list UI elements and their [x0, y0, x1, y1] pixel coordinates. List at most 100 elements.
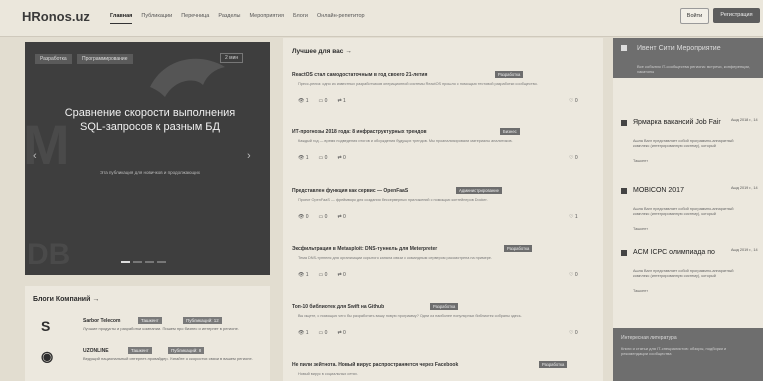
- company-logo-icon: S: [41, 318, 51, 334]
- reposts-count[interactable]: ⇄ 1: [337, 98, 345, 104]
- hero-title[interactable]: Сравнение скорости выполнения SQL-запрос…: [55, 106, 245, 134]
- top-navigation-bar: HRonos.uz Главная Публикации Перечница Р…: [0, 0, 763, 37]
- nav-item-events[interactable]: Мероприятия: [250, 13, 284, 24]
- event-date: Ашд 2019 г., 14: [731, 186, 758, 190]
- company-description: Ведущий национальный интернет-провайдер.…: [83, 356, 253, 361]
- chevron-right-icon[interactable]: ›: [247, 150, 251, 162]
- company-blogs-title[interactable]: Блоги Компаний →: [33, 296, 99, 303]
- nav-item-publications[interactable]: Публикации: [141, 13, 172, 24]
- likes-count[interactable]: ♡ 0: [569, 272, 578, 278]
- comments-count[interactable]: ▭ 0: [319, 330, 328, 336]
- nav-item-blogs[interactable]: Блоги: [293, 13, 308, 24]
- register-button[interactable]: Регистрация: [713, 8, 760, 23]
- feed-title[interactable]: Лучшее для вас →: [292, 48, 352, 55]
- event-name[interactable]: ACM ICPC олимпиада по: [633, 248, 715, 257]
- post-title[interactable]: Эксфильтрация в Metasploit: DNS-туннель …: [292, 246, 437, 252]
- literature-panel[interactable]: Интересная литература Книги и статьи для…: [613, 328, 763, 381]
- reposts-count[interactable]: ⇄ 0: [337, 272, 345, 278]
- event-description: Ашла Вагл представляет собой программно-…: [633, 269, 734, 278]
- literature-desc: Книги и статьи для IT-специалистов: обзо…: [621, 346, 727, 356]
- comments-count[interactable]: ▭ 0: [319, 155, 328, 161]
- views-count: 👁 1: [298, 98, 309, 104]
- nav-item-tutor[interactable]: Онлайн-репетитор: [317, 13, 365, 24]
- login-button[interactable]: Войти: [680, 8, 709, 24]
- slider-dot[interactable]: [157, 261, 166, 263]
- event-description: Ашла Вагл представляет собой программно-…: [633, 207, 734, 216]
- post-title[interactable]: ReactOS стал самодостаточным в год своег…: [292, 72, 427, 78]
- post-title[interactable]: Представлен функция как сервис — OpenFaa…: [292, 188, 408, 194]
- hero-tag-secondary[interactable]: Программирование: [77, 54, 133, 64]
- feed-post[interactable]: Не пили зейтнота. Новый вирус распростра…: [292, 361, 592, 380]
- post-title[interactable]: ИТ-прогнозы 2018 года: 8 инфраструктурны…: [292, 129, 427, 135]
- event-city: Ташкент: [633, 289, 648, 293]
- events-sidebar-title[interactable]: Ивент Сити Мероприятие: [637, 44, 721, 53]
- chevron-left-icon[interactable]: ‹: [33, 150, 37, 162]
- company-blog-item[interactable]: S Sarbor Telecom Ташкент Публикаций: 12 …: [33, 317, 263, 342]
- site-logo[interactable]: HRonos.uz: [22, 9, 90, 24]
- comments-count[interactable]: ▭ 0: [319, 272, 328, 278]
- nav-item-pepper[interactable]: Перечница: [181, 13, 209, 24]
- likes-count[interactable]: ♡ 1: [569, 214, 578, 220]
- likes-count[interactable]: ♡ 0: [569, 98, 578, 104]
- post-title[interactable]: Топ-10 библиотек для Swift на Github: [292, 304, 384, 310]
- recommended-feed: Лучшее для вас → ReactOS стал самодостат…: [283, 38, 603, 381]
- post-category-badge[interactable]: Разработка: [495, 71, 524, 78]
- event-name[interactable]: Ярмарка вакансий Job Fair: [633, 118, 721, 127]
- literature-title[interactable]: Интересная литература: [621, 335, 677, 341]
- feed-post[interactable]: Топ-10 библиотек для Swift на Github Раз…: [292, 303, 592, 360]
- event-item[interactable]: Ярмарка вакансий Job Fair Ашд 2018 г., 1…: [621, 118, 759, 174]
- slider-dot[interactable]: [145, 261, 154, 263]
- slider-dot[interactable]: [133, 261, 142, 263]
- feed-post[interactable]: Эксфильтрация в Metasploit: DNS-туннель …: [292, 245, 592, 302]
- post-category-badge[interactable]: Разработка: [430, 303, 459, 310]
- hero-subtitle: Эта публикация для новичков и продолжающ…: [99, 170, 201, 175]
- company-logo-icon: ◉: [41, 348, 54, 364]
- post-excerpt: Проект OpenFaaS — фреймворк для создания…: [298, 198, 488, 202]
- feed-post[interactable]: ReactOS стал самодостаточным в год своег…: [292, 71, 592, 128]
- event-icon: [621, 188, 627, 194]
- slider-pagination[interactable]: [121, 261, 166, 263]
- featured-article-slider[interactable]: M DB Разработка Программирование 2 мин С…: [25, 42, 270, 275]
- company-pill-count: Публикаций: 12: [183, 317, 222, 324]
- hero-background-text: DB: [27, 238, 71, 271]
- reposts-count[interactable]: ⇄ 0: [337, 214, 345, 220]
- comments-count[interactable]: ▭ 0: [319, 214, 328, 220]
- company-pill-city: Ташкент: [138, 317, 162, 324]
- reposts-count[interactable]: ⇄ 0: [337, 155, 345, 161]
- event-icon: [621, 120, 627, 126]
- event-item[interactable]: MOBICON 2017 Ашд 2019 г., 14 Ашла Вагл п…: [621, 186, 759, 242]
- post-category-badge[interactable]: Разработка: [504, 245, 533, 252]
- nav-item-sections[interactable]: Разделы: [218, 13, 240, 24]
- comments-count[interactable]: ▭ 0: [319, 98, 328, 104]
- nav-item-home[interactable]: Главная: [110, 13, 133, 24]
- post-category-badge[interactable]: Разработка: [539, 361, 568, 368]
- post-stats: 👁 1 ▭ 0 ⇄ 0: [298, 155, 346, 161]
- feed-post[interactable]: ИТ-прогнозы 2018 года: 8 инфраструктурны…: [292, 128, 592, 185]
- company-name[interactable]: Sarbor Telecom: [83, 318, 120, 324]
- likes-count[interactable]: ♡ 0: [569, 330, 578, 336]
- post-stats: 👁 1 ▭ 0 ⇄ 1: [298, 98, 346, 104]
- post-title[interactable]: Не пили зейтнота. Новый вирус распростра…: [292, 362, 458, 368]
- hero-tag-primary[interactable]: Разработка: [35, 54, 72, 64]
- post-stats: 👁 1 ▭ 0 ⇄ 0: [298, 330, 346, 336]
- feed-post[interactable]: Представлен функция как сервис — OpenFaa…: [292, 187, 592, 244]
- post-excerpt: Новый вирус в социальных сетях.: [298, 372, 358, 376]
- event-name[interactable]: MOBICON 2017: [633, 186, 684, 195]
- events-sidebar: Ивент Сити Мероприятие Все события IT-со…: [613, 38, 763, 381]
- reposts-count[interactable]: ⇄ 0: [337, 330, 345, 336]
- post-category-badge[interactable]: Администрирование: [456, 187, 502, 194]
- post-category-badge[interactable]: Бизнес: [500, 128, 520, 135]
- views-count: 👁 1: [298, 330, 309, 336]
- company-name[interactable]: UZONLINE: [83, 348, 109, 354]
- company-description: Лучшие продукты и разработки компании. П…: [83, 326, 239, 331]
- views-count: 👁 1: [298, 272, 309, 278]
- main-nav: Главная Публикации Перечница Разделы Мер…: [110, 13, 365, 24]
- slider-dot[interactable]: [121, 261, 130, 263]
- events-sidebar-desc: Все события IT-сообщества региона: встре…: [637, 64, 751, 74]
- company-blog-item[interactable]: ◉ UZONLINE Ташкент Публикаций: 8 Ведущий…: [33, 347, 263, 372]
- events-sidebar-header[interactable]: Ивент Сити Мероприятие Все события IT-со…: [613, 38, 763, 78]
- event-item[interactable]: ACM ICPC олимпиада по Ашд 2019 г., 14 Аш…: [621, 248, 759, 304]
- likes-count[interactable]: ♡ 0: [569, 155, 578, 161]
- company-pill-count: Публикаций: 8: [168, 347, 205, 354]
- post-excerpt: Пресс-релиз: одно из известных разработч…: [298, 82, 538, 86]
